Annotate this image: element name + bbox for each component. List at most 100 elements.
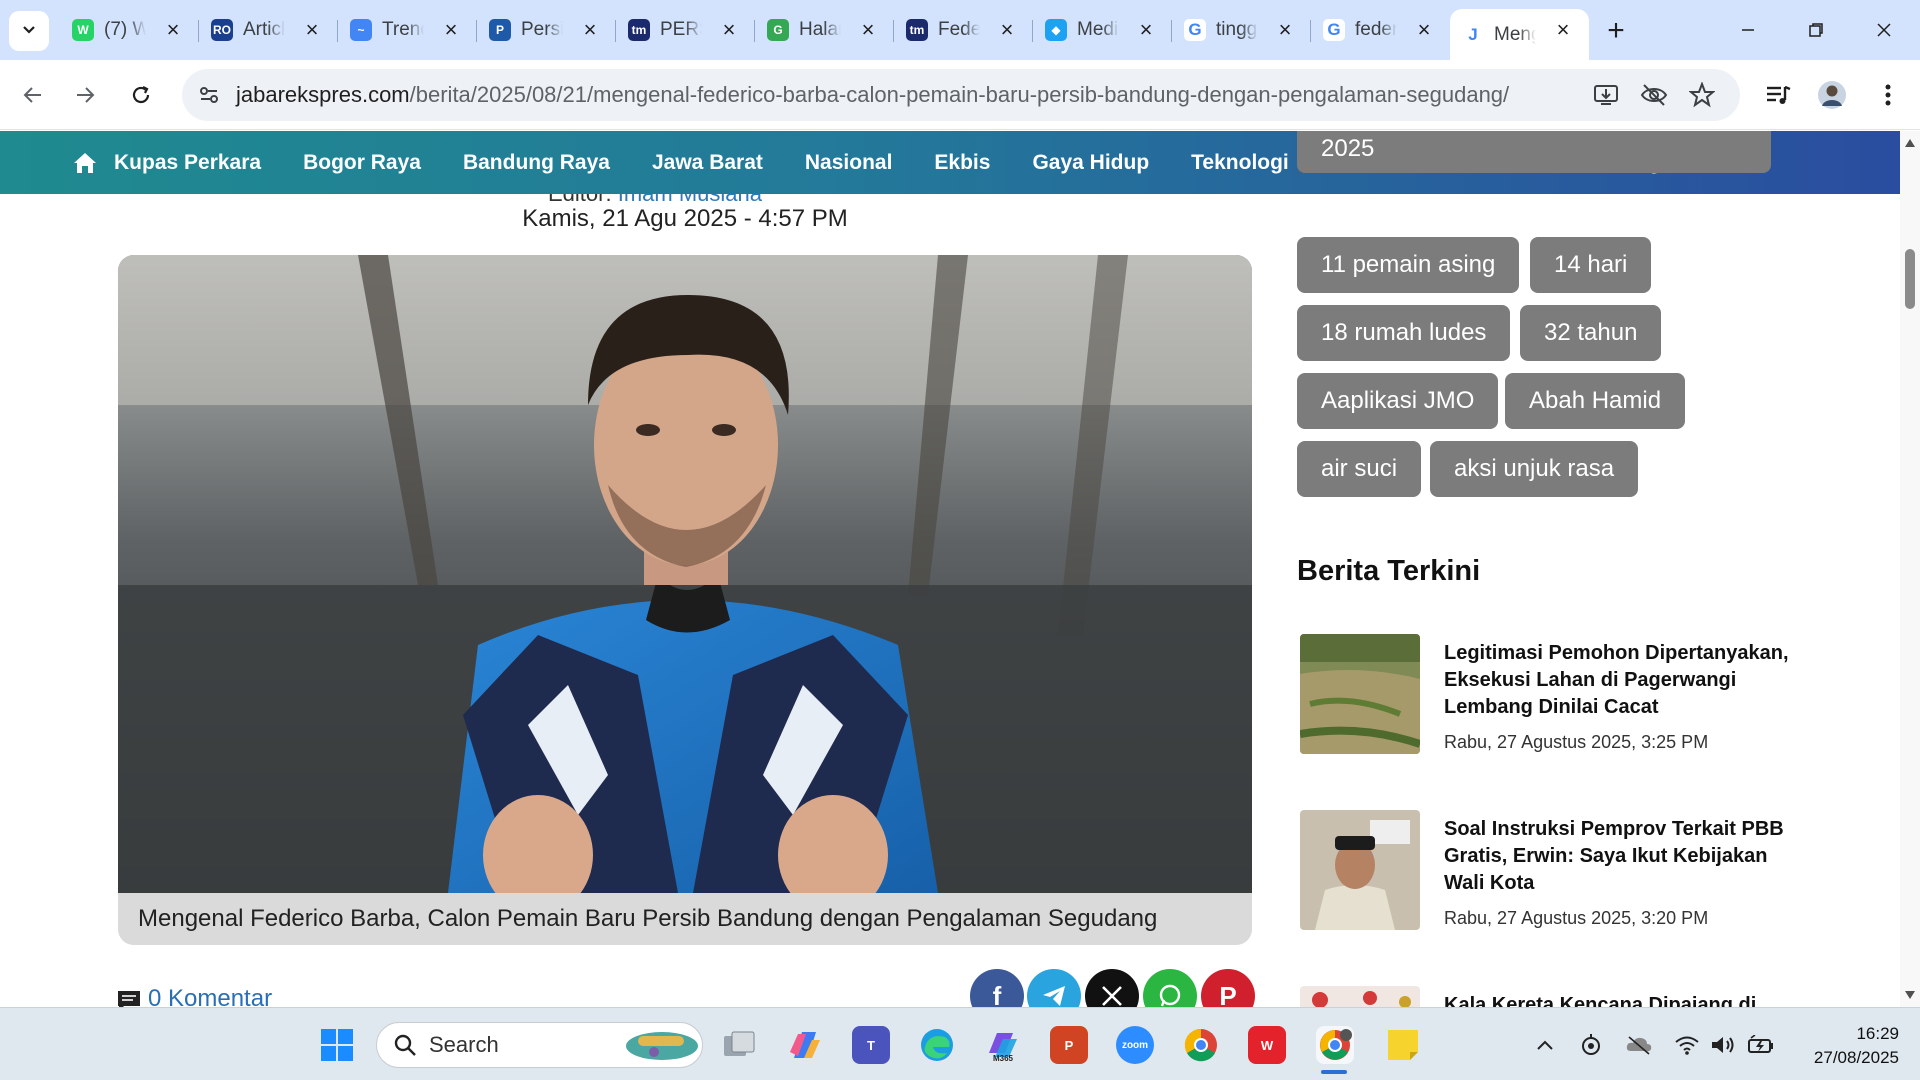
share-facebook-button[interactable]: f bbox=[970, 969, 1024, 1007]
browser-tab[interactable]: ~ Trends × bbox=[338, 9, 477, 51]
browser-tab[interactable]: Gtinggi × bbox=[1172, 9, 1311, 51]
nav-link[interactable]: Teknologi bbox=[1191, 151, 1289, 175]
article-photo[interactable] bbox=[118, 255, 1252, 915]
browser-tab[interactable]: RO Articles × bbox=[199, 9, 338, 51]
browser-tab[interactable]: P Persib × bbox=[477, 9, 616, 51]
tag-partial[interactable]: 2025 bbox=[1297, 131, 1771, 173]
news-thumbnail[interactable] bbox=[1300, 810, 1420, 930]
nav-link[interactable]: Jawa Barat bbox=[652, 151, 763, 175]
share-telegram-button[interactable] bbox=[1027, 969, 1081, 1007]
close-tab-icon[interactable]: × bbox=[717, 17, 741, 42]
tray-onedrive[interactable] bbox=[1624, 1030, 1654, 1060]
restore-button[interactable] bbox=[1798, 12, 1834, 48]
page-scrollbar[interactable] bbox=[1900, 131, 1920, 1007]
home-icon[interactable] bbox=[72, 150, 98, 176]
bookmark-star-button[interactable] bbox=[1684, 77, 1720, 113]
minimize-button[interactable] bbox=[1730, 12, 1766, 48]
site-info-button[interactable] bbox=[190, 76, 228, 114]
news-title-link[interactable]: Soal Instruksi Pemprov Terkait PBB Grati… bbox=[1444, 816, 1794, 897]
close-tab-icon[interactable]: × bbox=[1412, 17, 1436, 42]
scroll-thumb[interactable] bbox=[1905, 249, 1915, 309]
new-tab-button[interactable]: + bbox=[1598, 13, 1634, 49]
tab-search-button[interactable] bbox=[9, 11, 49, 51]
nav-link[interactable]: Bandung Raya bbox=[463, 151, 610, 175]
close-tab-icon[interactable]: × bbox=[1273, 17, 1297, 42]
m365-app[interactable]: M365 bbox=[984, 1026, 1022, 1064]
tag-item[interactable]: 18 rumah ludes bbox=[1297, 305, 1511, 361]
news-title-link[interactable]: Legitimasi Pemohon Dipertanyakan, Ekseku… bbox=[1444, 640, 1794, 721]
tag-item[interactable]: Abah Hamid bbox=[1505, 373, 1686, 429]
scroll-down-arrow[interactable] bbox=[1904, 989, 1916, 1001]
close-tab-icon[interactable]: × bbox=[439, 17, 463, 42]
close-window-button[interactable] bbox=[1866, 12, 1902, 48]
browser-tab[interactable]: Gfederico × bbox=[1311, 9, 1450, 51]
zoom-app[interactable]: zoom bbox=[1116, 1026, 1154, 1064]
close-tab-icon[interactable]: × bbox=[856, 17, 880, 42]
close-tab-icon[interactable]: × bbox=[300, 17, 324, 42]
taskbar-search[interactable]: Search bbox=[376, 1022, 703, 1068]
tag-label: 18 rumah ludes bbox=[1321, 319, 1487, 346]
tray-location[interactable] bbox=[1576, 1030, 1606, 1060]
share-x-button[interactable] bbox=[1085, 969, 1139, 1007]
windows-taskbar: Search T M365 P zoom W 16:29 27/08/2025 bbox=[0, 1007, 1920, 1080]
tag-item[interactable]: 14 hari bbox=[1530, 237, 1652, 293]
start-button[interactable] bbox=[318, 1026, 356, 1064]
close-tab-icon[interactable]: × bbox=[1551, 17, 1575, 42]
close-tab-icon[interactable]: × bbox=[161, 17, 185, 42]
chrome-profile-icon bbox=[1320, 1029, 1352, 1060]
tag-item[interactable]: Aaplikasi JMO bbox=[1297, 373, 1499, 429]
nav-link[interactable]: Ekbis bbox=[934, 151, 990, 175]
news-thumbnail[interactable] bbox=[1300, 634, 1420, 754]
chrome-app[interactable] bbox=[1182, 1026, 1220, 1064]
news-thumbnail[interactable] bbox=[1300, 986, 1420, 1007]
scroll-up-arrow[interactable] bbox=[1904, 137, 1916, 149]
close-tab-icon[interactable]: × bbox=[995, 17, 1019, 42]
nav-link[interactable]: Bogor Raya bbox=[303, 151, 421, 175]
news-item[interactable]: Kala Kereta Kencana Dipajang di bbox=[1300, 986, 1800, 1007]
tag-item[interactable]: air suci bbox=[1297, 441, 1422, 497]
news-item[interactable]: Soal Instruksi Pemprov Terkait PBB Grati… bbox=[1300, 810, 1800, 940]
tag-item[interactable]: 11 pemain asing bbox=[1297, 237, 1520, 293]
profile-avatar[interactable] bbox=[1814, 77, 1850, 113]
browser-tab[interactable]: tm PERSIB × bbox=[616, 9, 755, 51]
close-tab-icon[interactable]: × bbox=[1134, 17, 1158, 42]
close-tab-icon[interactable]: × bbox=[578, 17, 602, 42]
nav-link[interactable]: Nasional bbox=[805, 151, 893, 175]
forward-button[interactable] bbox=[66, 76, 104, 114]
news-item[interactable]: Legitimasi Pemohon Dipertanyakan, Ekseku… bbox=[1300, 634, 1800, 764]
browser-tab[interactable]: G Halaman × bbox=[755, 9, 894, 51]
edge-app[interactable] bbox=[918, 1026, 956, 1064]
task-view-button[interactable] bbox=[720, 1026, 758, 1064]
powerpoint-app[interactable]: P bbox=[1050, 1026, 1088, 1064]
address-bar[interactable]: jabarekspres.com/berita/2025/08/21/menge… bbox=[182, 69, 1740, 121]
taskbar-clock[interactable]: 16:29 27/08/2025 bbox=[1789, 1022, 1899, 1070]
share-pinterest-button[interactable]: P bbox=[1201, 969, 1255, 1007]
comments-link[interactable]: 0 Komentar bbox=[116, 975, 272, 1007]
media-controls-button[interactable] bbox=[1760, 77, 1796, 113]
news-title-link[interactable]: Kala Kereta Kencana Dipajang di bbox=[1444, 992, 1794, 1007]
tag-item[interactable]: 32 tahun bbox=[1520, 305, 1662, 361]
browser-tab[interactable]: J Mengenal × bbox=[1450, 9, 1589, 60]
nav-link[interactable]: Gaya Hidup bbox=[1032, 151, 1149, 175]
browser-tab[interactable]: ◆ Media × bbox=[1033, 9, 1172, 51]
sticky-notes-app[interactable] bbox=[1384, 1026, 1422, 1064]
tag-item[interactable]: aksi unjuk rasa bbox=[1430, 441, 1639, 497]
browser-tab[interactable]: W (7) WhatsApp × bbox=[60, 9, 199, 51]
back-button[interactable] bbox=[14, 76, 52, 114]
reload-button[interactable] bbox=[122, 76, 160, 114]
wps-app[interactable]: W bbox=[1248, 1026, 1286, 1064]
teams-app[interactable]: T bbox=[852, 1026, 890, 1064]
nav-link[interactable]: Kupas Perkara bbox=[114, 151, 261, 175]
url-path: /berita/2025/08/21/mengenal-federico-bar… bbox=[409, 82, 1510, 107]
tray-chevron-up[interactable] bbox=[1530, 1030, 1560, 1060]
tray-battery[interactable] bbox=[1746, 1030, 1776, 1060]
tracking-protection-button[interactable] bbox=[1636, 77, 1672, 113]
chrome-profile-app[interactable] bbox=[1316, 1026, 1354, 1064]
copilot-app[interactable] bbox=[786, 1026, 824, 1064]
tray-volume[interactable] bbox=[1708, 1030, 1738, 1060]
tray-wifi[interactable] bbox=[1672, 1030, 1702, 1060]
install-app-button[interactable] bbox=[1588, 77, 1624, 113]
share-whatsapp-button[interactable] bbox=[1143, 969, 1197, 1007]
browser-tab[interactable]: tm Federico × bbox=[894, 9, 1033, 51]
chrome-menu-button[interactable] bbox=[1870, 77, 1906, 113]
